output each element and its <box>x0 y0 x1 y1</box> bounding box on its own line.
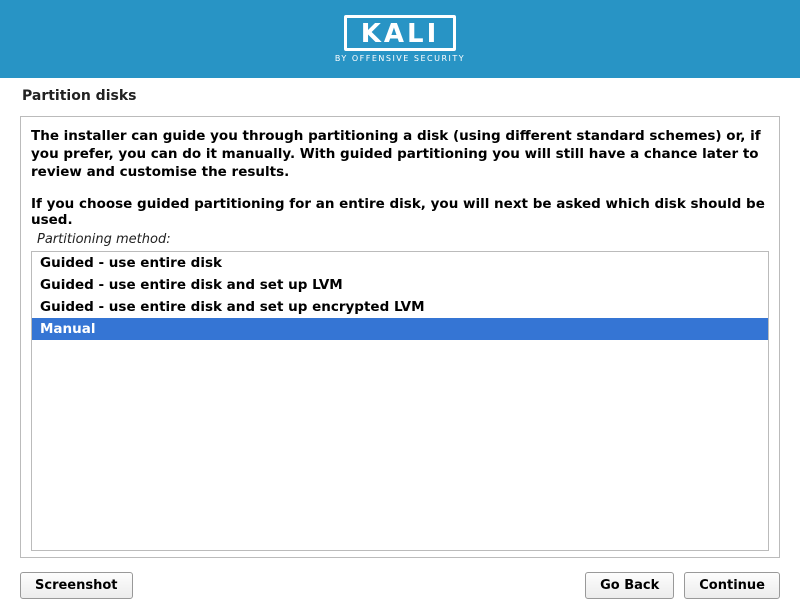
partitioning-options-list: Guided - use entire disk Guided - use en… <box>31 251 769 551</box>
main-panel: The installer can guide you through part… <box>20 116 780 558</box>
description-text-2: If you choose guided partitioning for an… <box>31 196 769 228</box>
logo-text: KALI <box>361 20 440 49</box>
go-back-button[interactable]: Go Back <box>585 572 674 599</box>
partitioning-method-label: Partitioning method: <box>37 232 769 247</box>
logo-subtitle: BY OFFENSIVE SECURITY <box>335 54 465 63</box>
description-text: The installer can guide you through part… <box>31 127 769 182</box>
continue-button[interactable]: Continue <box>684 572 780 599</box>
page-title: Partition disks <box>22 88 780 104</box>
option-manual[interactable]: Manual <box>32 318 768 340</box>
option-guided-entire-disk[interactable]: Guided - use entire disk <box>32 252 768 274</box>
screenshot-button[interactable]: Screenshot <box>20 572 133 599</box>
button-bar: Screenshot Go Back Continue <box>0 558 800 599</box>
kali-logo: KALI <box>344 15 457 52</box>
option-guided-encrypted-lvm[interactable]: Guided - use entire disk and set up encr… <box>32 296 768 318</box>
content-area: Partition disks The installer can guide … <box>0 78 800 558</box>
installer-header: KALI BY OFFENSIVE SECURITY <box>0 0 800 78</box>
right-button-group: Go Back Continue <box>585 572 780 599</box>
option-guided-lvm[interactable]: Guided - use entire disk and set up LVM <box>32 274 768 296</box>
